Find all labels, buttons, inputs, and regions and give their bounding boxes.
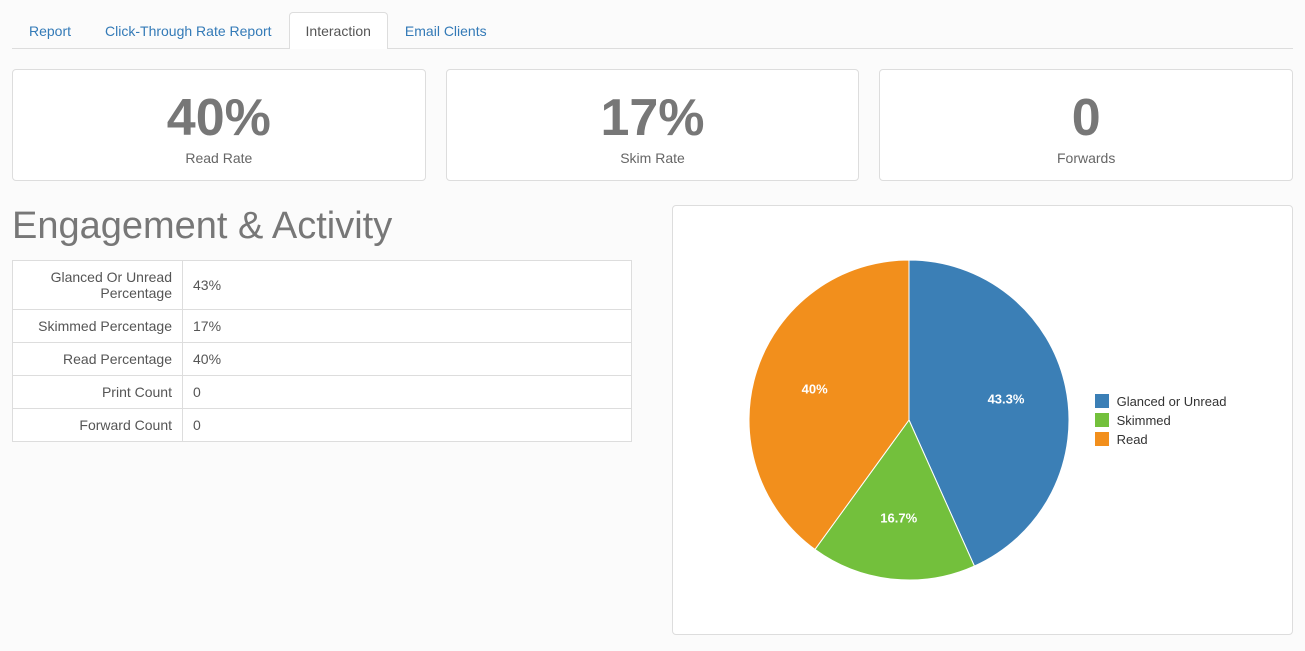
row-value: 0 [183, 376, 632, 409]
stat-label: Read Rate [23, 150, 415, 166]
tab-report[interactable]: Report [12, 12, 88, 49]
table-row: Skimmed Percentage 17% [13, 310, 632, 343]
pie-slice-label: 16.7% [880, 511, 917, 526]
row-label: Glanced Or Unread Percentage [13, 261, 183, 310]
table-row: Forward Count 0 [13, 409, 632, 442]
tab-interaction[interactable]: Interaction [289, 12, 388, 49]
legend-item-read: Read [1095, 432, 1227, 447]
row-label: Print Count [13, 376, 183, 409]
stat-value: 17% [457, 88, 849, 148]
row-value: 43% [183, 261, 632, 310]
legend-label: Skimmed [1117, 413, 1171, 428]
legend-item-glanced: Glanced or Unread [1095, 394, 1227, 409]
engagement-pie-chart: 43.3% 16.7% 40% [739, 250, 1079, 590]
legend-label: Glanced or Unread [1117, 394, 1227, 409]
row-label: Read Percentage [13, 343, 183, 376]
row-value: 0 [183, 409, 632, 442]
legend-swatch [1095, 432, 1109, 446]
stat-card-read-rate: 40% Read Rate [12, 69, 426, 181]
stat-card-forwards: 0 Forwards [879, 69, 1293, 181]
tab-ctr-report[interactable]: Click-Through Rate Report [88, 12, 289, 49]
table-row: Read Percentage 40% [13, 343, 632, 376]
row-label: Forward Count [13, 409, 183, 442]
stat-label: Forwards [890, 150, 1282, 166]
stat-value: 40% [23, 88, 415, 148]
legend-label: Read [1117, 432, 1148, 447]
tabs-nav: Report Click-Through Rate Report Interac… [12, 12, 1293, 49]
legend-swatch [1095, 413, 1109, 427]
engagement-table: Glanced Or Unread Percentage 43% Skimmed… [12, 260, 632, 442]
legend-item-skimmed: Skimmed [1095, 413, 1227, 428]
table-row: Print Count 0 [13, 376, 632, 409]
pie-slice-label: 43.3% [987, 391, 1024, 406]
pie-slice-label: 40% [801, 381, 827, 396]
row-value: 17% [183, 310, 632, 343]
stat-value: 0 [890, 88, 1282, 148]
row-value: 40% [183, 343, 632, 376]
stats-row: 40% Read Rate 17% Skim Rate 0 Forwards [12, 69, 1293, 181]
tab-email-clients[interactable]: Email Clients [388, 12, 504, 49]
stat-card-skim-rate: 17% Skim Rate [446, 69, 860, 181]
section-title: Engagement & Activity [12, 205, 632, 248]
row-label: Skimmed Percentage [13, 310, 183, 343]
chart-legend: Glanced or Unread Skimmed Read [1095, 390, 1227, 451]
stat-label: Skim Rate [457, 150, 849, 166]
legend-swatch [1095, 394, 1109, 408]
pie-chart-panel: 43.3% 16.7% 40% Glanced or Unread Skimmed … [672, 205, 1293, 635]
table-row: Glanced Or Unread Percentage 43% [13, 261, 632, 310]
